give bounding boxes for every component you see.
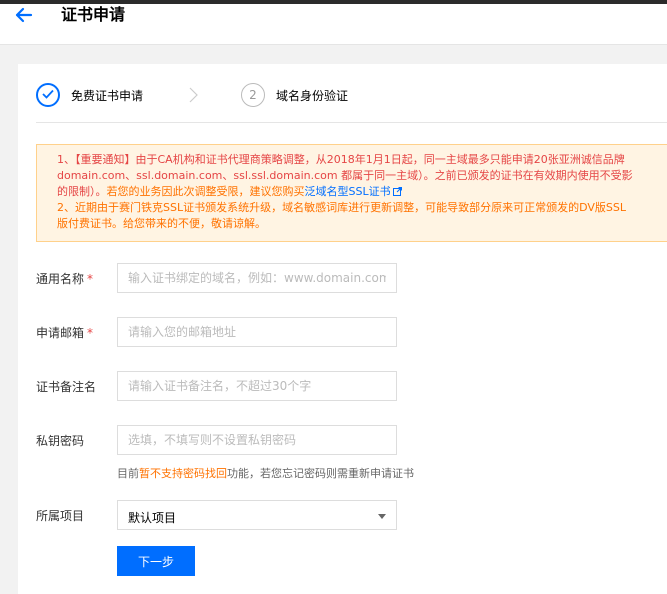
project-select[interactable]: 默认项目 bbox=[117, 500, 397, 530]
private-key-password-row: 私钥密码 bbox=[36, 425, 667, 455]
notice-line-3-red: 的限制）。 bbox=[57, 185, 107, 198]
email-input[interactable] bbox=[117, 317, 397, 347]
step-2: 2 域名身份验证 bbox=[241, 80, 348, 110]
remark-input[interactable] bbox=[117, 371, 397, 401]
external-link-icon[interactable] bbox=[392, 185, 402, 196]
required-mark: * bbox=[87, 272, 94, 286]
steps-divider bbox=[36, 122, 667, 123]
common-name-input[interactable] bbox=[117, 263, 397, 293]
step-indicator: 免费证书申请 2 域名身份验证 bbox=[36, 80, 667, 110]
private-key-password-label: 私钥密码 bbox=[36, 434, 85, 448]
project-select-value: 默认项目 bbox=[128, 511, 177, 525]
required-mark: * bbox=[87, 326, 94, 340]
wildcard-ssl-link[interactable]: 泛域名型SSL证书 bbox=[305, 185, 391, 198]
step-1-circle bbox=[36, 83, 60, 107]
notice-line-5: 版付费证书。给您带来的不便，敬请谅解。 bbox=[57, 217, 266, 230]
remark-row: 证书备注名 bbox=[36, 371, 667, 401]
step-1-label: 免费证书申请 bbox=[71, 88, 144, 103]
project-label: 所属项目 bbox=[36, 509, 85, 523]
notice-line-3-orange: 若您的业务因此次调整受限，建议您购买 bbox=[106, 185, 305, 198]
page-title: 证书申请 bbox=[61, 5, 126, 24]
email-row: 申请邮箱 * bbox=[36, 317, 667, 347]
dropdown-caret-icon bbox=[378, 514, 386, 519]
step-2-circle: 2 bbox=[241, 83, 265, 107]
notice-box: 1、【重要通知】由于CA机构和证书代理商策略调整，从2018年1月1日起，同一主… bbox=[36, 144, 667, 242]
check-icon bbox=[42, 88, 54, 102]
back-arrow-icon[interactable] bbox=[14, 6, 34, 24]
email-label: 申请邮箱 * bbox=[36, 326, 94, 340]
notice-line-3: 的限制）。若您的业务因此次调整受限，建议您购买泛域名型SSL证书 bbox=[57, 184, 667, 200]
common-name-label: 通用名称 * bbox=[36, 272, 94, 286]
notice-line-2: domain.com、ssl.domain.com、ssl.ssl.domain… bbox=[57, 169, 633, 182]
project-row: 所属项目 默认项目 bbox=[36, 500, 667, 530]
remark-label: 证书备注名 bbox=[36, 380, 97, 394]
notice-line-4: 2、近期由于赛门铁克SSL证书颁发系统升级，域名敏感词库进行更新调整，可能导致部… bbox=[57, 201, 626, 214]
top-bar: 证书申请 bbox=[0, 0, 667, 45]
notice-line-1: 1、【重要通知】由于CA机构和证书代理商策略调整，从2018年1月1日起，同一主… bbox=[57, 153, 625, 166]
step-chevron-icon bbox=[188, 87, 200, 103]
password-hint: 目前暂不支持密码找回功能，若您忘记密码则需重新申请证书 bbox=[117, 467, 414, 480]
common-name-row: 通用名称 * bbox=[36, 263, 667, 293]
step-2-label: 域名身份验证 bbox=[276, 88, 349, 103]
private-key-password-input[interactable] bbox=[117, 425, 397, 455]
step-1: 免费证书申请 bbox=[36, 80, 143, 110]
main-card: 免费证书申请 2 域名身份验证 1、【重要通知】由于CA机构和证书代理商策略调整… bbox=[18, 64, 667, 594]
password-hint-warning: 暂不支持密码找回 bbox=[139, 467, 227, 480]
next-step-button[interactable]: 下一步 bbox=[117, 546, 195, 576]
